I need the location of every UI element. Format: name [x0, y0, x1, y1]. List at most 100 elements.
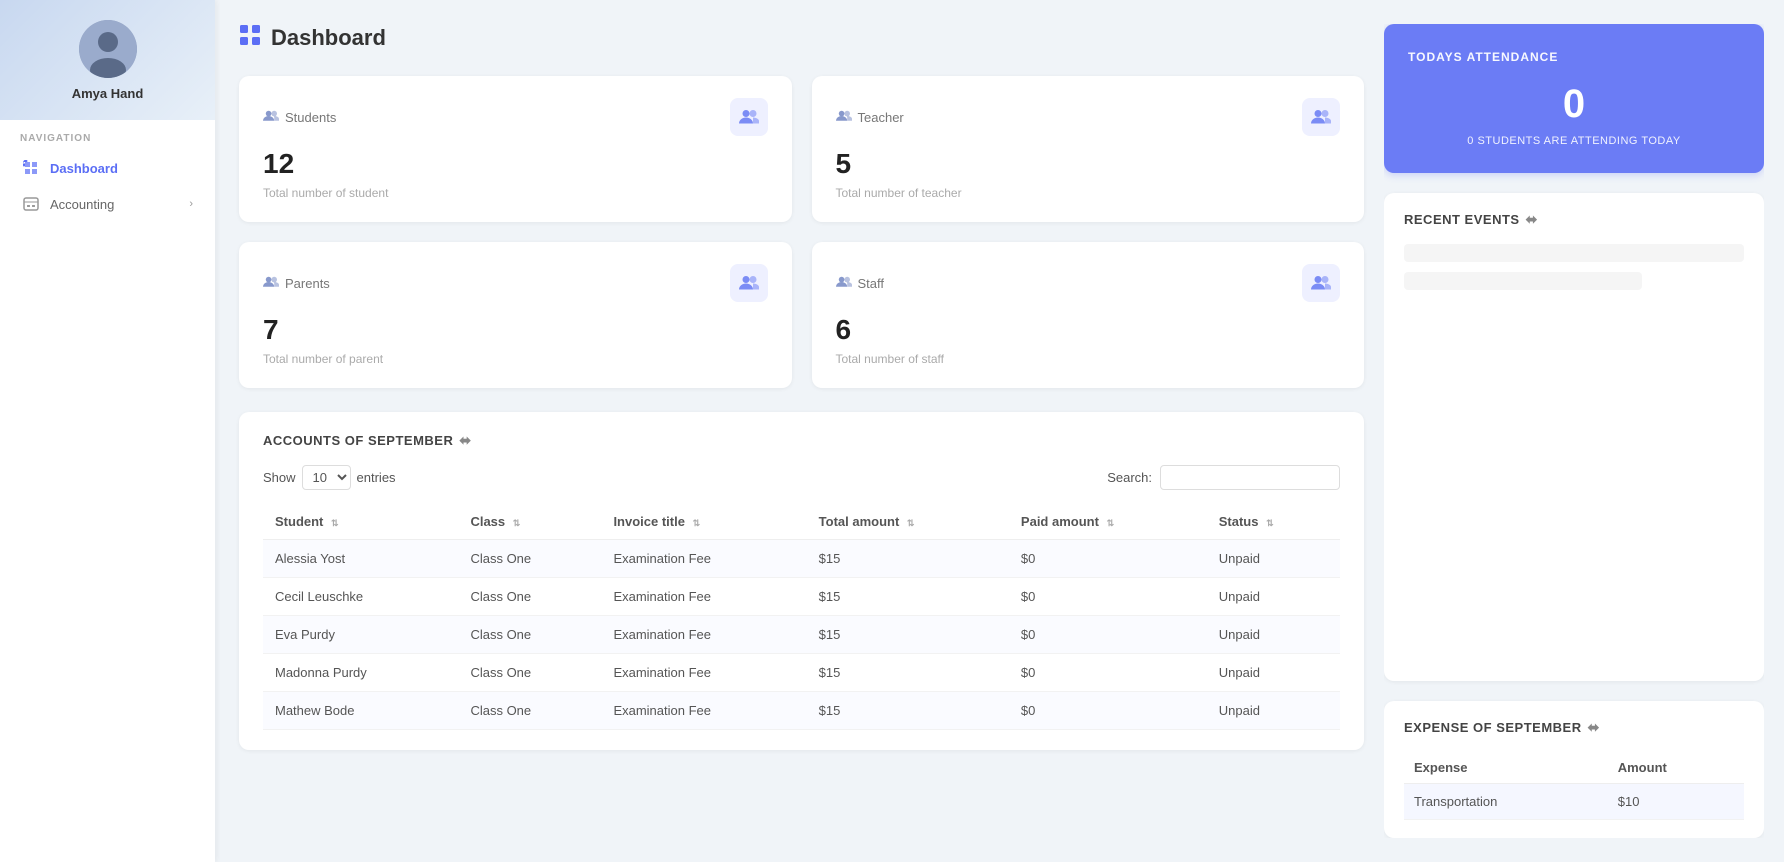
cell-invoice_title: Examination Fee	[601, 654, 806, 692]
sidebar-item-accounting[interactable]: Accounting ›	[12, 186, 203, 222]
accounts-section: ACCOUNTS OF SEPTEMBER ⬌ Show 10 25 50 en…	[239, 412, 1364, 750]
attendance-title: TODAYS ATTENDANCE	[1408, 50, 1740, 64]
events-list	[1404, 244, 1744, 304]
stat-card-students: Students 12 Total number of student	[239, 76, 792, 222]
stat-card-parents: Parents 7 Total number of parent	[239, 242, 792, 388]
stat-desc-staff: Total number of staff	[836, 352, 1341, 366]
cell-student: Alessia Yost	[263, 540, 458, 578]
sort-icon-total: ⇅	[907, 518, 915, 529]
col-class[interactable]: Class ⇅	[458, 504, 601, 540]
stat-label-staff: Staff	[836, 275, 885, 292]
col-invoice-title[interactable]: Invoice title ⇅	[601, 504, 806, 540]
stat-label-students: Students	[263, 109, 336, 126]
attendance-number: 0	[1408, 82, 1740, 127]
stat-label-parents: Parents	[263, 275, 330, 292]
accounts-link-icon: ⬌	[459, 432, 471, 449]
stat-card-header-staff: Staff	[836, 264, 1341, 302]
navigation: NAVIGATION Dashboard Accounting ›	[0, 125, 215, 222]
cell-class: Class One	[458, 540, 601, 578]
expense-col-expense: Expense	[1404, 752, 1608, 784]
show-entries-control: Show 10 25 50 entries	[263, 465, 396, 490]
cell-status: Unpaid	[1207, 578, 1340, 616]
cell-class: Class One	[458, 692, 601, 730]
expense-row: Transportation$10	[1404, 784, 1744, 820]
stat-desc-parents: Total number of parent	[263, 352, 768, 366]
stat-card-header-parents: Parents	[263, 264, 768, 302]
cell-status: Unpaid	[1207, 654, 1340, 692]
recent-events-section: RECENT EVENTS ⬌	[1384, 193, 1764, 681]
entries-select[interactable]: 10 25 50	[302, 465, 351, 490]
table-row: Eva PurdyClass OneExamination Fee$15$0Un…	[263, 616, 1340, 654]
stat-label-teacher: Teacher	[836, 109, 904, 126]
expense-title: EXPENSE OF SEPTEMBER ⬌	[1404, 719, 1744, 736]
accounts-title: ACCOUNTS OF SEPTEMBER ⬌	[263, 432, 1340, 449]
stat-value-staff: 6	[836, 314, 1341, 346]
table-row: Mathew BodeClass OneExamination Fee$15$0…	[263, 692, 1340, 730]
cell-total_amount: $15	[807, 540, 1009, 578]
page-header: Dashboard	[239, 24, 1364, 52]
expense-cell-expense: Transportation	[1404, 784, 1608, 820]
sidebar-item-label-accounting: Accounting	[50, 197, 114, 212]
dashboard-header-icon	[239, 24, 261, 52]
cell-invoice_title: Examination Fee	[601, 578, 806, 616]
table-controls: Show 10 25 50 entries Search:	[263, 465, 1340, 490]
accounting-icon	[22, 195, 40, 213]
cell-student: Cecil Leuschke	[263, 578, 458, 616]
stat-card-teacher: Teacher 5 Total number of teacher	[812, 76, 1365, 222]
accounts-table: Student ⇅ Class ⇅ Invoice title ⇅	[263, 504, 1340, 730]
col-student[interactable]: Student ⇅	[263, 504, 458, 540]
sort-icon-class: ⇅	[513, 518, 521, 529]
avatar	[79, 20, 137, 78]
col-paid-amount[interactable]: Paid amount ⇅	[1009, 504, 1207, 540]
expense-col-amount: Amount	[1608, 752, 1744, 784]
cell-class: Class One	[458, 654, 601, 692]
col-total-amount[interactable]: Total amount ⇅	[807, 504, 1009, 540]
cell-total_amount: $15	[807, 578, 1009, 616]
stat-card-staff: Staff 6 Total number of staff	[812, 242, 1365, 388]
search-box: Search:	[1107, 465, 1340, 490]
stat-card-header-teacher: Teacher	[836, 98, 1341, 136]
user-profile: Amya Hand	[72, 20, 144, 101]
cell-student: Mathew Bode	[263, 692, 458, 730]
table-row: Madonna PurdyClass OneExamination Fee$15…	[263, 654, 1340, 692]
stats-grid: Students 12 Total number of student	[239, 76, 1364, 388]
sort-icon-invoice: ⇅	[693, 518, 701, 529]
table-row: Alessia YostClass OneExamination Fee$15$…	[263, 540, 1340, 578]
events-link-icon: ⬌	[1526, 211, 1538, 228]
stat-card-header-students: Students	[263, 98, 768, 136]
parents-label-icon	[263, 275, 279, 292]
cell-invoice_title: Examination Fee	[601, 540, 806, 578]
page-title: Dashboard	[271, 25, 386, 51]
attendance-card: TODAYS ATTENDANCE 0 0 STUDENTS ARE ATTEN…	[1384, 24, 1764, 173]
cell-total_amount: $15	[807, 654, 1009, 692]
cell-invoice_title: Examination Fee	[601, 616, 806, 654]
attendance-subtitle: 0 STUDENTS ARE ATTENDING TODAY	[1408, 135, 1740, 147]
cell-status: Unpaid	[1207, 616, 1340, 654]
expense-section: EXPENSE OF SEPTEMBER ⬌ Expense Amount	[1384, 701, 1764, 838]
cell-paid_amount: $0	[1009, 616, 1207, 654]
parents-icon-box	[730, 264, 768, 302]
table-body: Alessia YostClass OneExamination Fee$15$…	[263, 540, 1340, 730]
staff-icon-box	[1302, 264, 1340, 302]
nav-label: NAVIGATION	[12, 125, 203, 150]
sort-icon-status: ⇅	[1266, 518, 1274, 529]
cell-invoice_title: Examination Fee	[601, 692, 806, 730]
event-placeholder-1	[1404, 244, 1744, 262]
sidebar-item-dashboard[interactable]: Dashboard	[12, 150, 203, 186]
cell-status: Unpaid	[1207, 692, 1340, 730]
cell-paid_amount: $0	[1009, 692, 1207, 730]
expense-table-header: Expense Amount	[1404, 752, 1744, 784]
sidebar: Amya Hand NAVIGATION Dashboard Ac	[0, 0, 215, 862]
search-input[interactable]	[1160, 465, 1340, 490]
col-status[interactable]: Status ⇅	[1207, 504, 1340, 540]
user-name: Amya Hand	[72, 86, 144, 101]
stat-desc-students: Total number of student	[263, 186, 768, 200]
expense-link-icon: ⬌	[1588, 719, 1600, 736]
stat-value-students: 12	[263, 148, 768, 180]
cell-total_amount: $15	[807, 692, 1009, 730]
cell-class: Class One	[458, 616, 601, 654]
sidebar-item-label-dashboard: Dashboard	[50, 161, 118, 176]
students-label-icon	[263, 109, 279, 126]
sort-icon-paid: ⇅	[1107, 518, 1115, 529]
teacher-icon-box	[1302, 98, 1340, 136]
